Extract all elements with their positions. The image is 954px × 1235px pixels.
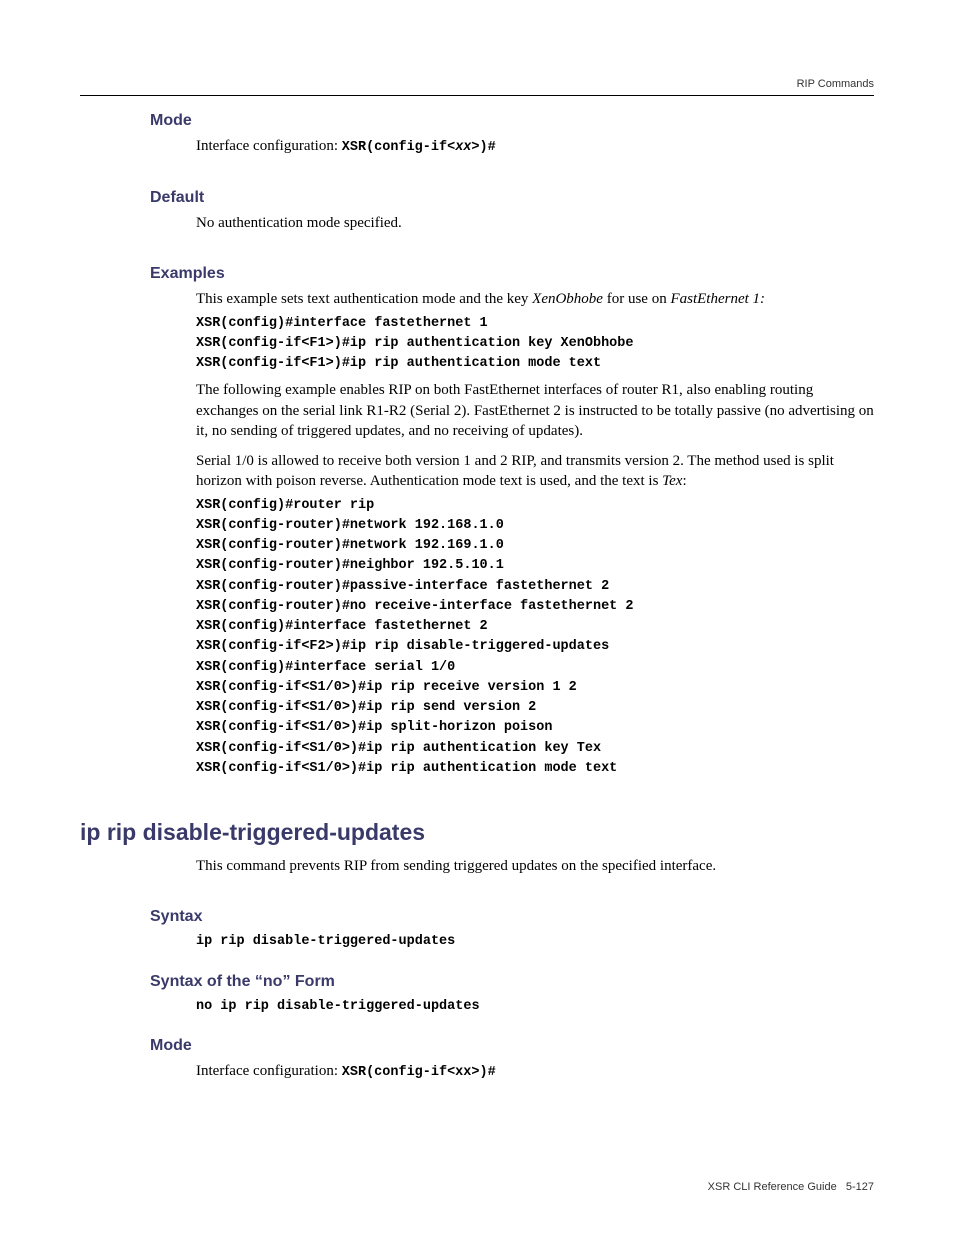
examples-intro-mid: for use on [603,291,671,307]
command-desc: This command prevents RIP from sending t… [196,856,874,876]
content-area: Mode Interface configuration: XSR(config… [150,112,874,1092]
examples-para3-suffix: : [682,473,686,489]
examples-para3-em: Tex [662,473,682,489]
heading-syntax: Syntax [150,908,874,926]
footer: XSR CLI Reference Guide 5-127 [708,1181,874,1193]
examples-intro: This example sets text authentication mo… [196,289,874,309]
examples-code-2: XSR(config)#router rip XSR(config-router… [196,496,874,780]
command-title: ip rip disable-triggered-updates [80,819,874,846]
header-category: RIP Commands [797,78,874,90]
mode-code-pre: XSR(config-if< [342,140,455,155]
syntax-code: ip rip disable-triggered-updates [196,932,874,952]
heading-examples: Examples [150,265,874,283]
examples-para2: The following example enables RIP on bot… [196,380,874,441]
mode2-text: Interface configuration: XSR(config-if<x… [196,1061,874,1082]
mode2-code: XSR(config-if<xx>)# [342,1065,496,1080]
mode-text: Interface configuration: XSR(config-if<x… [196,136,874,157]
heading-mode-2: Mode [150,1037,874,1055]
footer-page: 5-127 [846,1181,874,1193]
syntax-no-code: no ip rip disable-triggered-updates [196,997,874,1017]
mode-code-suf: >)# [471,140,495,155]
mode2-text-prefix: Interface configuration: [196,1063,342,1079]
heading-syntax-no: Syntax of the “no” Form [150,973,874,991]
examples-code-1: XSR(config)#interface fastethernet 1 XSR… [196,314,874,375]
examples-intro-iface: FastEthernet 1: [670,291,765,307]
header-rule [80,95,874,96]
heading-default: Default [150,189,874,207]
heading-mode: Mode [150,112,874,130]
default-text: No authentication mode specified. [196,213,874,233]
mode-text-prefix: Interface configuration: [196,138,342,154]
examples-intro-key: XenObhobe [532,291,603,307]
page: RIP Commands Mode Interface configuratio… [0,0,954,1235]
mode-code: XSR(config-if<xx>)# [342,140,496,155]
footer-doc: XSR CLI Reference Guide [708,1181,837,1193]
examples-intro-prefix: This example sets text authentication mo… [196,291,532,307]
mode-code-var: xx [455,140,471,155]
examples-para3-prefix: Serial 1/0 is allowed to receive both ve… [196,453,834,489]
examples-para3: Serial 1/0 is allowed to receive both ve… [196,451,874,492]
